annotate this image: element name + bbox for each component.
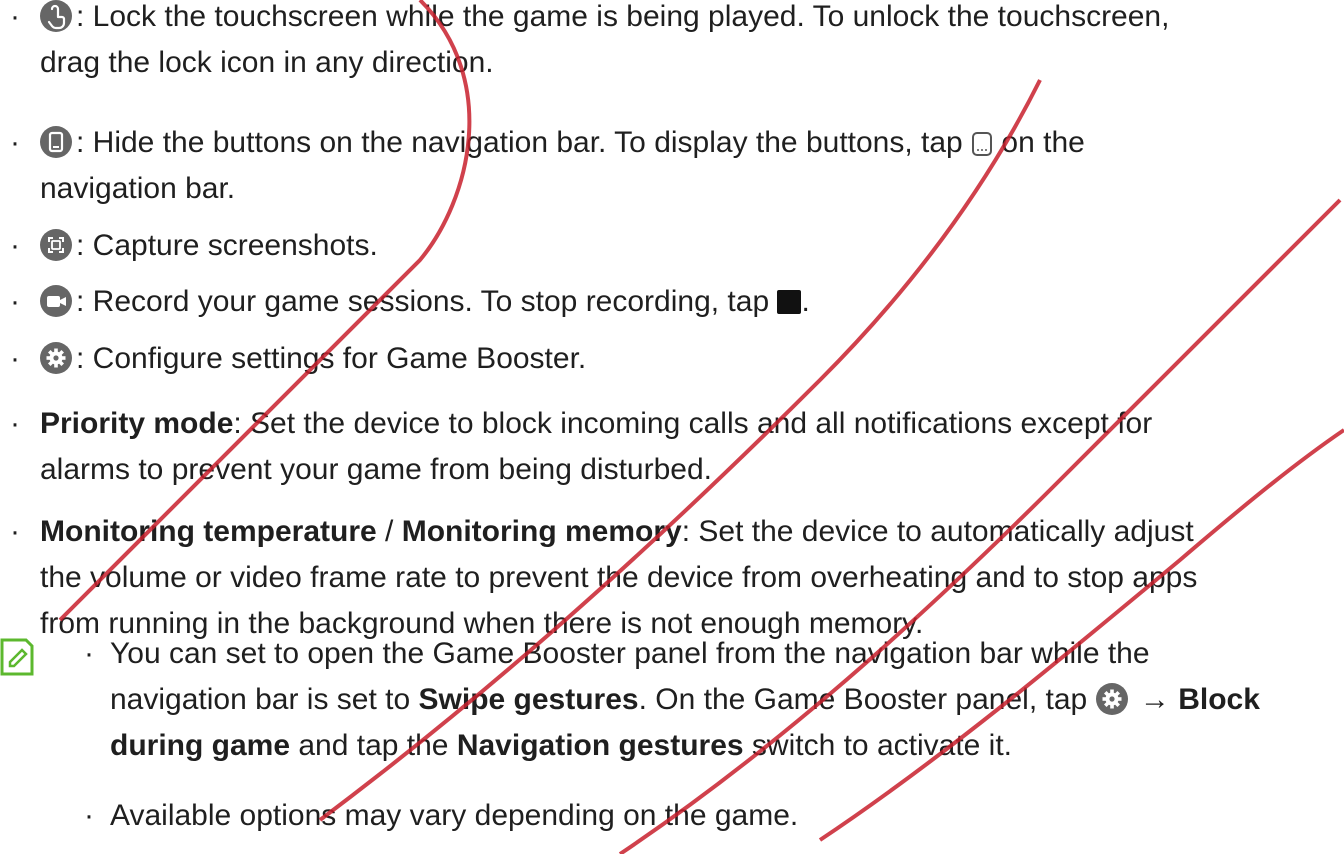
bullet: ·: [10, 126, 20, 159]
item-text: the volume or video frame rate to preven…: [40, 561, 1198, 594]
item-text: : Set the device to automatically adjust: [681, 515, 1194, 548]
screenshot-icon: [40, 229, 72, 261]
navbar-icon: [971, 126, 993, 156]
note-text: Available options may vary depending on …: [110, 799, 799, 832]
item-text: : Hide the buttons on the navigation bar…: [76, 126, 963, 159]
lock-touchscreen-icon: [40, 0, 72, 32]
bullet: ·: [84, 637, 94, 670]
note-text: You can set to open the Game Booster pan…: [110, 637, 1150, 670]
term-navigation-gestures: Navigation gestures: [456, 729, 744, 762]
hide-navigation-icon: [40, 126, 72, 158]
term-priority-mode: Priority mode: [40, 407, 234, 440]
term-block: Block: [1178, 683, 1260, 716]
bullet: ·: [10, 407, 20, 440]
item-text: drag the lock icon in any direction.: [40, 46, 494, 79]
record-video-icon: [40, 285, 72, 317]
stop-icon: [777, 290, 802, 314]
document-page: · : Lock the touchscreen while the game …: [0, 0, 1344, 854]
note-pencil-icon: [0, 636, 36, 678]
term-swipe-gestures: Swipe gestures: [418, 683, 639, 716]
item-text: : Capture screenshots.: [76, 229, 378, 262]
item-text: : Set the device to block incoming calls…: [233, 407, 1153, 440]
term-during-game: during game: [110, 729, 291, 762]
item-text: navigation bar.: [40, 172, 236, 205]
item-text: .: [801, 285, 810, 318]
item-text: alarms to prevent your game from being d…: [40, 453, 712, 486]
bullet: ·: [10, 515, 20, 548]
term-monitoring-temperature: Monitoring temperature: [40, 515, 377, 548]
term-monitoring-memory: Monitoring memory: [401, 515, 682, 548]
note-text: switch to activate it.: [743, 729, 1013, 762]
item-text: : Configure settings for Game Booster.: [76, 342, 587, 375]
item-text: : Record your game sessions. To stop rec…: [76, 285, 770, 318]
note-text: and tap the: [290, 729, 457, 762]
item-text: : Lock the touchscreen while the game is…: [76, 0, 1170, 33]
settings-gear-icon: [1095, 683, 1128, 715]
note-text: . On the Game Booster panel, tap: [638, 683, 1088, 716]
item-text: on the: [1001, 126, 1085, 159]
note-text: navigation bar is set to: [110, 683, 419, 716]
bullet: ·: [10, 342, 20, 375]
separator: /: [376, 515, 402, 548]
bullet: ·: [10, 229, 20, 262]
bullet: ·: [84, 799, 94, 832]
arrow-separator: →: [1131, 683, 1179, 716]
bullet: ·: [10, 0, 20, 33]
settings-gear-icon: [40, 342, 72, 374]
bullet: ·: [10, 285, 20, 318]
